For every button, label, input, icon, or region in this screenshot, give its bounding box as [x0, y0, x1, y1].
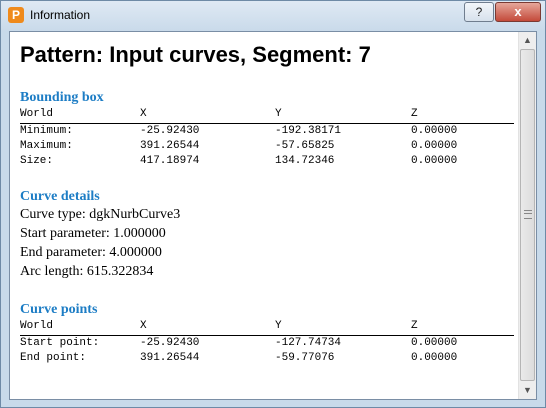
- help-button[interactable]: ?: [464, 2, 494, 22]
- cell-x: -25.92430: [140, 337, 200, 349]
- cell-x: 417.18974: [140, 155, 200, 167]
- table-header: World X Y Z: [20, 320, 514, 336]
- col-y: Y: [275, 108, 282, 120]
- row-label: End point:: [20, 352, 87, 364]
- title-bar[interactable]: P Information ? x: [1, 1, 545, 31]
- col-x: X: [140, 108, 147, 120]
- curve-points-table: World X Y Z Start point: -25.92430 -127.…: [20, 320, 514, 367]
- start-parameter-text: Start parameter: 1.000000: [20, 226, 166, 241]
- scroll-up-icon[interactable]: ▲: [519, 32, 536, 49]
- curve-type-text: Curve type: dgkNurbCurve3: [20, 207, 181, 222]
- table-row: End point: 391.26544 -59.77076 0.00000: [20, 352, 514, 367]
- cell-y: -192.38171: [275, 125, 342, 137]
- col-world: World: [20, 320, 54, 332]
- vertical-scrollbar[interactable]: ▲ ▼: [518, 32, 536, 399]
- row-label: Minimum:: [20, 125, 73, 137]
- bounding-box-table: World X Y Z Minimum: -25.92430 -192.3817…: [20, 108, 514, 170]
- window-title: Information: [30, 8, 91, 22]
- app-icon: P: [8, 7, 24, 23]
- cell-z: 0.00000: [411, 155, 458, 167]
- row-label: Size:: [20, 155, 54, 167]
- close-button[interactable]: x: [495, 2, 541, 22]
- cell-x: 391.26544: [140, 352, 200, 364]
- row-label: Start point:: [20, 337, 100, 349]
- bounding-box-title: Bounding box: [20, 90, 104, 105]
- table-row: Minimum: -25.92430 -192.38171 0.00000: [20, 125, 514, 140]
- curve-points-title: Curve points: [20, 302, 98, 317]
- arc-length-text: Arc length: 615.322834: [20, 264, 154, 279]
- table-header: World X Y Z: [20, 108, 514, 124]
- information-window: P Information ? x Pattern: Input curves,…: [0, 0, 546, 408]
- cell-y: -57.65825: [275, 140, 335, 152]
- info-content: Pattern: Input curves, Segment: 7 Boundi…: [10, 32, 518, 399]
- page-title: Pattern: Input curves, Segment: 7: [20, 42, 371, 67]
- cell-y: -127.74734: [275, 337, 342, 349]
- table-row: Start point: -25.92430 -127.74734 0.0000…: [20, 337, 514, 352]
- table-row: Maximum: 391.26544 -57.65825 0.00000: [20, 140, 514, 155]
- end-parameter-text: End parameter: 4.000000: [20, 245, 162, 260]
- cell-z: 0.00000: [411, 140, 458, 152]
- scrollbar-thumb[interactable]: [520, 49, 535, 381]
- col-y: Y: [275, 320, 282, 332]
- cell-x: 391.26544: [140, 140, 200, 152]
- col-x: X: [140, 320, 147, 332]
- cell-z: 0.00000: [411, 352, 458, 364]
- col-world: World: [20, 108, 54, 120]
- cell-x: -25.92430: [140, 125, 200, 137]
- col-z: Z: [411, 108, 418, 120]
- curve-details-title: Curve details: [20, 189, 100, 204]
- cell-z: 0.00000: [411, 125, 458, 137]
- cell-y: -59.77076: [275, 352, 335, 364]
- table-row: Size: 417.18974 134.72346 0.00000: [20, 155, 514, 170]
- info-panel: Pattern: Input curves, Segment: 7 Boundi…: [9, 31, 537, 400]
- scroll-down-icon[interactable]: ▼: [519, 382, 536, 399]
- cell-z: 0.00000: [411, 337, 458, 349]
- grip-icon: [524, 210, 532, 219]
- row-label: Maximum:: [20, 140, 73, 152]
- col-z: Z: [411, 320, 418, 332]
- cell-y: 134.72346: [275, 155, 335, 167]
